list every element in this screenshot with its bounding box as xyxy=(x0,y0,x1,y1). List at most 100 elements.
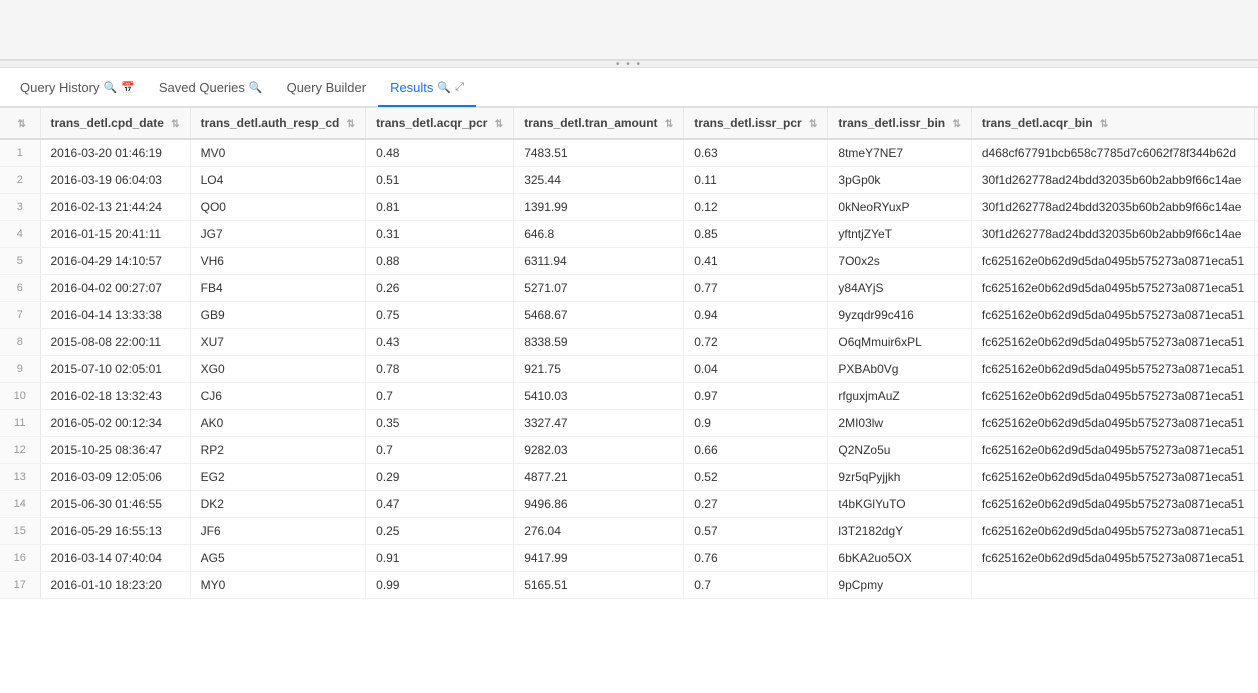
cell-acqr_bin: fc625162e0b62d9d5da0495b575273a0871eca51 xyxy=(971,275,1254,302)
cell-auth_resp_cd: XU7 xyxy=(190,329,365,356)
row-num-cell: 4 xyxy=(0,221,40,248)
cell-issr_pcr: 0.85 xyxy=(684,221,828,248)
cell-cpd_date: 2015-10-25 08:36:47 xyxy=(40,437,190,464)
tab-saved-queries[interactable]: Saved Queries 🔍 xyxy=(147,69,275,107)
row-num-cell: 3 xyxy=(0,194,40,221)
cell-trans_extra: YW-2... xyxy=(1255,464,1258,491)
cell-acqr_bin: fc625162e0b62d9d5da0495b575273a0871eca51 xyxy=(971,248,1254,275)
table-row: 102016-02-18 13:32:43CJ60.75410.030.97rf… xyxy=(0,383,1258,410)
cell-acqr_bin: fc625162e0b62d9d5da0495b575273a0871eca51 xyxy=(971,464,1254,491)
tab-query-history[interactable]: Query History 🔍 📅 xyxy=(8,69,147,107)
cell-cpd_date: 2016-02-13 21:44:24 xyxy=(40,194,190,221)
search-icon-saved: 🔍 xyxy=(249,81,263,94)
cell-issr_pcr: 0.77 xyxy=(684,275,828,302)
cell-acqr_pcr: 0.35 xyxy=(366,410,514,437)
cell-tran_amount: 3327.47 xyxy=(514,410,684,437)
cell-tran_amount: 5410.03 xyxy=(514,383,684,410)
calendar-icon: 📅 xyxy=(121,81,135,94)
cell-tran_amount: 646.8 xyxy=(514,221,684,248)
cell-issr_pcr: 0.94 xyxy=(684,302,828,329)
cell-auth_resp_cd: QO0 xyxy=(190,194,365,221)
col-header-rownum[interactable]: ⇅ xyxy=(0,108,40,139)
cell-acqr_bin xyxy=(971,572,1254,599)
cell-issr_bin: 0kNeoRYuxP xyxy=(828,194,971,221)
cell-acqr_pcr: 0.78 xyxy=(366,356,514,383)
cell-auth_resp_cd: AG5 xyxy=(190,545,365,572)
table-row: 52016-04-29 14:10:57VH60.886311.940.417O… xyxy=(0,248,1258,275)
cell-acqr_bin: fc625162e0b62d9d5da0495b575273a0871eca51 xyxy=(971,383,1254,410)
cell-acqr_bin: d468cf67791bcb658c7785d7c6062f78f344b62d xyxy=(971,139,1254,167)
table-row: 22016-03-19 06:04:03LO40.51325.440.113pG… xyxy=(0,167,1258,194)
sort-icon-cpd-date: ⇅ xyxy=(171,119,179,130)
cell-acqr_bin: fc625162e0b62d9d5da0495b575273a0871eca51 xyxy=(971,518,1254,545)
table-row: 122015-10-25 08:36:47RP20.79282.030.66Q2… xyxy=(0,437,1258,464)
col-header-cpd-date[interactable]: trans_detl.cpd_date ⇅ xyxy=(40,108,190,139)
cell-cpd_date: 2016-01-15 20:41:11 xyxy=(40,221,190,248)
table-row: 142015-06-30 01:46:55DK20.479496.860.27t… xyxy=(0,491,1258,518)
tab-bar: Query History 🔍 📅 Saved Queries 🔍 Query … xyxy=(0,68,1258,108)
col-header-trans-extra[interactable]: trans... ⇅ xyxy=(1255,108,1258,139)
cell-cpd_date: 2016-04-29 14:10:57 xyxy=(40,248,190,275)
cell-acqr_pcr: 0.47 xyxy=(366,491,514,518)
cell-issr_bin: 8tmeY7NE7 xyxy=(828,139,971,167)
cell-issr_bin: O6qMmuir6xPL xyxy=(828,329,971,356)
cell-auth_resp_cd: MY0 xyxy=(190,572,365,599)
cell-tran_amount: 921.75 xyxy=(514,356,684,383)
col-header-issr-bin[interactable]: trans_detl.issr_bin ⇅ xyxy=(828,108,971,139)
col-header-auth-resp-cd[interactable]: trans_detl.auth_resp_cd ⇅ xyxy=(190,108,365,139)
cell-acqr_bin: 30f1d262778ad24bdd32035b60b2abb9f66c14ae xyxy=(971,194,1254,221)
cell-trans_extra: BA-67... xyxy=(1255,383,1258,410)
cell-issr_bin: 7O0x2s xyxy=(828,248,971,275)
cell-issr_pcr: 0.97 xyxy=(684,383,828,410)
resize-handle[interactable]: • • • xyxy=(0,60,1258,68)
cell-acqr_pcr: 0.91 xyxy=(366,545,514,572)
table-row: 152016-05-29 16:55:13JF60.25276.040.57l3… xyxy=(0,518,1258,545)
col-header-acqr-bin[interactable]: trans_detl.acqr_bin ⇅ xyxy=(971,108,1254,139)
row-num-cell: 8 xyxy=(0,329,40,356)
cell-tran_amount: 8338.59 xyxy=(514,329,684,356)
cell-acqr_pcr: 0.75 xyxy=(366,302,514,329)
cell-cpd_date: 2016-03-09 12:05:06 xyxy=(40,464,190,491)
table-row: 42016-01-15 20:41:11JG70.31646.80.85yftn… xyxy=(0,221,1258,248)
row-num-cell: 17 xyxy=(0,572,40,599)
cell-cpd_date: 2016-05-02 00:12:34 xyxy=(40,410,190,437)
col-header-tran-amount[interactable]: trans_detl.tran_amount ⇅ xyxy=(514,108,684,139)
cell-tran_amount: 9282.03 xyxy=(514,437,684,464)
cell-cpd_date: 2016-05-29 16:55:13 xyxy=(40,518,190,545)
row-num-cell: 7 xyxy=(0,302,40,329)
cell-auth_resp_cd: RP2 xyxy=(190,437,365,464)
sort-icon-issr-pcr: ⇅ xyxy=(809,119,817,130)
cell-cpd_date: 2016-02-18 13:32:43 xyxy=(40,383,190,410)
col-header-acqr-pcr[interactable]: trans_detl.acqr_pcr ⇅ xyxy=(366,108,514,139)
cell-acqr_bin: fc625162e0b62d9d5da0495b575273a0871eca51 xyxy=(971,356,1254,383)
col-header-issr-pcr[interactable]: trans_detl.issr_pcr ⇅ xyxy=(684,108,828,139)
cell-trans_extra: YE-41... xyxy=(1255,518,1258,545)
cell-auth_resp_cd: JF6 xyxy=(190,518,365,545)
resize-dots-icon: • • • xyxy=(616,59,642,70)
cell-acqr_pcr: 0.99 xyxy=(366,572,514,599)
cell-issr_bin: Q2NZo5u xyxy=(828,437,971,464)
cell-acqr_pcr: 0.7 xyxy=(366,437,514,464)
tab-query-builder[interactable]: Query Builder xyxy=(275,69,378,107)
cell-auth_resp_cd: LO4 xyxy=(190,167,365,194)
tab-results[interactable]: Results 🔍 ⤢ xyxy=(378,69,476,107)
row-num-cell: 2 xyxy=(0,167,40,194)
row-num-cell: 1 xyxy=(0,139,40,167)
table-row: 92015-07-10 02:05:01XG00.78921.750.04PXB… xyxy=(0,356,1258,383)
sort-icon-acqr-pcr: ⇅ xyxy=(495,119,503,130)
sort-icon-acqr-bin: ⇅ xyxy=(1100,119,1108,130)
cell-issr_pcr: 0.72 xyxy=(684,329,828,356)
cell-issr_pcr: 0.52 xyxy=(684,464,828,491)
cell-tran_amount: 1391.99 xyxy=(514,194,684,221)
sort-icon-auth-resp-cd: ⇅ xyxy=(347,119,355,130)
row-num-cell: 14 xyxy=(0,491,40,518)
cell-tran_amount: 4877.21 xyxy=(514,464,684,491)
cell-acqr_pcr: 0.48 xyxy=(366,139,514,167)
tab-query-builder-label: Query Builder xyxy=(287,80,366,95)
cell-tran_amount: 5165.51 xyxy=(514,572,684,599)
cell-trans_extra: BF-82... xyxy=(1255,410,1258,437)
tab-query-history-label: Query History xyxy=(20,80,99,95)
cell-cpd_date: 2016-01-10 18:23:20 xyxy=(40,572,190,599)
cell-issr_pcr: 0.66 xyxy=(684,437,828,464)
cell-acqr_pcr: 0.7 xyxy=(366,383,514,410)
